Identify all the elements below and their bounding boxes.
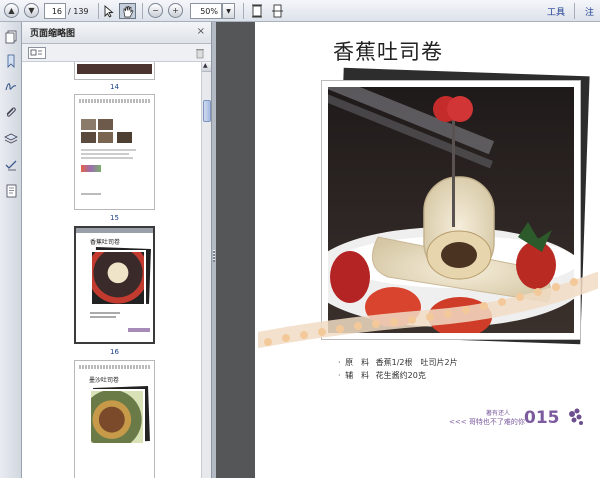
thumbnail-image	[81, 119, 96, 130]
ingredient-value: 香蕉1/2根 吐司片2片	[375, 358, 458, 367]
thumbnail-page-15[interactable]	[74, 94, 155, 210]
layers-icon[interactable]	[4, 132, 18, 146]
zoom-out-button[interactable]: −	[148, 3, 163, 18]
thumbnail-page-title: 香蕉吐司卷	[90, 239, 121, 246]
thumbnail-text-line	[81, 193, 101, 195]
toolbar-separator	[243, 3, 244, 19]
ingredient-label: 原 料	[345, 358, 370, 367]
thumbnail-text-line	[81, 149, 136, 151]
thumbnail-image	[117, 132, 132, 143]
thumbnail-list: 14 15 香蕉吐司卷 16 墨沙吐司卷	[22, 62, 201, 478]
thumbnail-page-17[interactable]: 墨沙吐司卷	[74, 360, 155, 478]
delete-page-button[interactable]	[195, 47, 205, 59]
pages-icon[interactable]	[4, 30, 18, 44]
thumbnails-options-bar	[22, 44, 211, 62]
fit-page-icon	[252, 4, 262, 18]
thumbnails-panel-header: 页面缩略图 ×	[22, 22, 211, 44]
hand-tool-button[interactable]	[119, 3, 136, 19]
thumbnail-image	[77, 64, 152, 74]
ingredient-row-main: · 原 料 香蕉1/2根 吐司片2片	[338, 356, 458, 369]
ingredients-list: · 原 料 香蕉1/2根 吐司片2片 · 辅 料 花生酱约20克	[338, 356, 458, 382]
thumbnail-text-line	[81, 153, 129, 155]
page-number-input[interactable]: 16	[44, 3, 66, 19]
toolbar-separator	[574, 3, 575, 19]
chevron-up-icon: ▲	[203, 62, 208, 69]
fit-width-icon	[271, 4, 283, 18]
toolbar-separator	[98, 3, 99, 19]
hand-icon	[123, 5, 133, 17]
thumbnail-pattern	[79, 99, 151, 103]
previous-page-button[interactable]: ▲	[4, 3, 19, 18]
select-tool-button[interactable]	[102, 3, 116, 19]
toolbar-separator	[142, 3, 143, 19]
thumbnails-panel-title: 页面缩略图	[30, 29, 76, 39]
thumbnail-text-line	[81, 157, 133, 159]
next-page-button[interactable]: ▼	[24, 3, 39, 18]
flower-decoration-icon	[569, 408, 583, 425]
thumbnail-photo	[90, 250, 146, 306]
thumbnail-label: 15	[110, 214, 119, 222]
zoom-dropdown-button[interactable]: ▼	[222, 3, 235, 19]
thumbnail-text-line	[90, 312, 120, 314]
options-menu-icon	[30, 49, 42, 56]
toolbar: ▲ ▼ 16 / 139 − + 50% ▼ 工具 注	[0, 0, 600, 22]
thumbnail-image	[81, 132, 96, 143]
bullet: ·	[338, 358, 341, 367]
page-total: / 139	[68, 6, 89, 16]
thumbnail-logo	[81, 165, 101, 172]
thumbnail-selection-bar	[76, 228, 153, 233]
thumbnails-panel: 页面缩略图 × 14 15 香蕉吐司卷 16 墨沙吐司卷 ▲	[22, 22, 211, 478]
trash-icon	[196, 49, 204, 59]
arrow-up-icon: ▲	[8, 6, 15, 15]
thumbnail-page-number	[128, 328, 150, 332]
thumbnail-image	[98, 119, 113, 130]
zoom-in-button[interactable]: +	[168, 3, 183, 18]
navigation-rail	[0, 22, 22, 478]
arrow-down-icon: ▼	[28, 6, 35, 15]
thumbnail-page-16[interactable]: 香蕉吐司卷	[74, 226, 155, 344]
ingredient-row-secondary: · 辅 料 花生酱约20克	[338, 369, 458, 382]
thumbnail-page-14[interactable]	[74, 62, 155, 80]
plus-icon: +	[172, 6, 179, 15]
fit-width-button[interactable]	[269, 3, 285, 19]
cursor-arrow-icon	[104, 4, 114, 18]
thumbnail-options-button[interactable]	[28, 47, 46, 59]
thumbnail-pattern	[79, 365, 151, 369]
close-panel-button[interactable]: ×	[197, 26, 205, 37]
footer-line-2: <<< 哥特也不了难的你	[449, 418, 525, 426]
ingredient-label: 辅 料	[345, 371, 370, 380]
thumbnail-page-title: 墨沙吐司卷	[89, 377, 120, 384]
bookmark-icon[interactable]	[4, 54, 18, 68]
thumbnail-label: 16	[110, 348, 119, 356]
comment-button[interactable]: 注	[585, 3, 594, 19]
bullet: ·	[338, 371, 341, 380]
signature-icon[interactable]	[4, 80, 18, 94]
checkmark-edit-icon[interactable]	[4, 158, 18, 172]
thumbnail-text-line	[90, 316, 116, 318]
tools-button[interactable]: 工具	[547, 3, 565, 19]
page-number: 015	[524, 408, 560, 428]
thumbnail-label: 14	[110, 83, 119, 91]
lace-ribbon	[258, 272, 598, 348]
zoom-level-field[interactable]: 50%	[190, 3, 222, 19]
ingredient-value: 花生酱约20克	[375, 371, 426, 380]
minus-icon: −	[152, 6, 159, 15]
thumbnail-photo	[89, 389, 145, 445]
grip-icon	[213, 250, 215, 262]
attachment-icon[interactable]	[4, 106, 18, 120]
fit-page-button[interactable]	[249, 3, 265, 19]
recipe-title: 香蕉吐司卷	[333, 40, 443, 64]
thumbnail-image	[98, 132, 113, 143]
page-content-icon[interactable]	[4, 184, 18, 198]
scroll-up-button[interactable]: ▲	[202, 62, 211, 72]
footer-line-1: 著有还人	[486, 410, 511, 417]
chevron-down-icon: ▼	[226, 7, 231, 15]
scroll-thumb[interactable]	[203, 100, 211, 122]
thumbnails-scrollbar[interactable]: ▲	[201, 62, 211, 478]
